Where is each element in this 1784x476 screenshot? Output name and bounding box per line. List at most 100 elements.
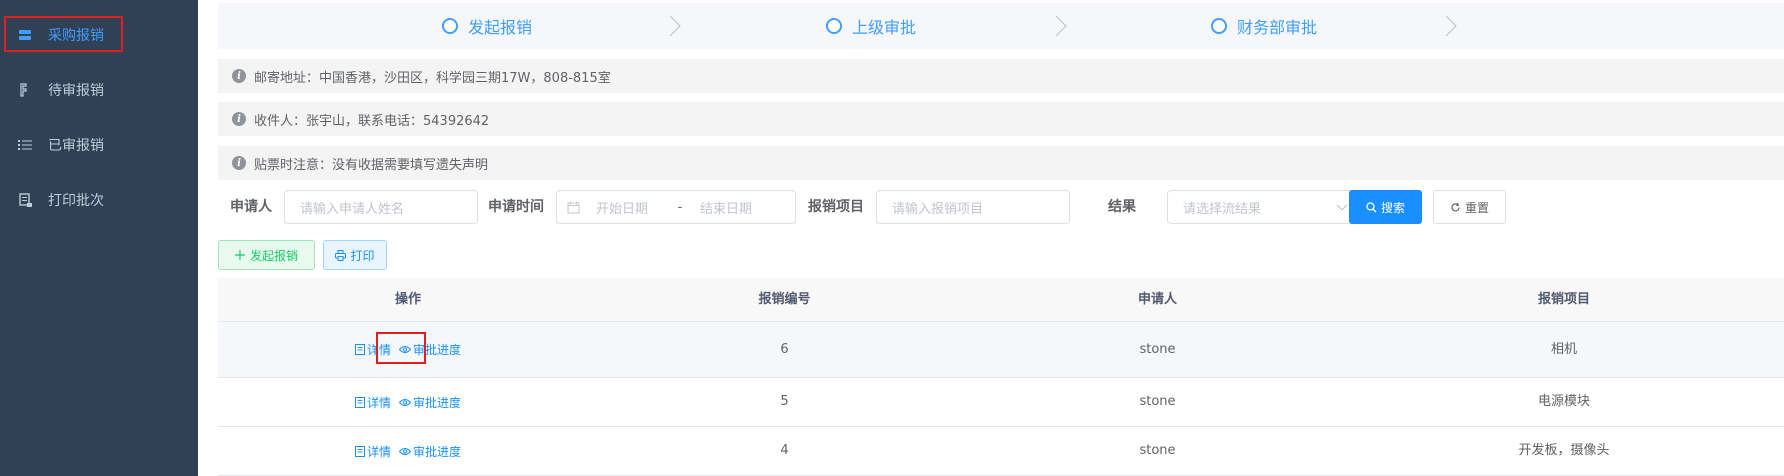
reset-button-label: 重置	[1464, 200, 1489, 215]
row-operations: 详情 审批进度	[218, 378, 598, 426]
sidebar-item-print-batch[interactable]: 打印批次	[0, 172, 198, 228]
row-operations: 详情 审批进度	[218, 322, 598, 377]
cell-id: 6	[780, 342, 789, 357]
document-icon	[354, 344, 365, 355]
sidebar-item-label: 待审报销	[48, 83, 104, 99]
table-row: 详情 审批进度 6 stone 相机	[218, 322, 1784, 378]
detail-label: 详情	[366, 343, 391, 357]
detail-link[interactable]: 详情	[354, 341, 391, 358]
result-label: 结果	[1108, 199, 1136, 215]
detail-link[interactable]: 详情	[354, 394, 391, 411]
document-icon	[354, 445, 365, 457]
detail-link[interactable]: 详情	[354, 443, 391, 460]
progress-label: 审批进度	[413, 444, 462, 459]
table-row: 详情 审批进度 4 stone 开发板，摄像头	[218, 427, 1784, 476]
sidebar-item-reviewed[interactable]: 已审报销	[0, 117, 198, 173]
row-operations: 详情 审批进度	[218, 427, 598, 475]
cell-applicant: stone	[1139, 443, 1176, 458]
chevron-down-icon	[1336, 204, 1348, 211]
time-label: 申请时间	[488, 199, 544, 215]
eye-icon	[399, 398, 411, 406]
sidebar-item-label: 采购报销	[48, 28, 104, 44]
table-row: 详情 审批进度 5 stone 电源模块	[218, 378, 1784, 427]
date-range-picker[interactable]: 开始日期 - 结束日期	[556, 190, 796, 224]
reset-button[interactable]: 重置	[1433, 190, 1506, 224]
chevron-right-icon	[1445, 15, 1457, 37]
info-icon: i	[232, 112, 246, 126]
plus-icon	[234, 250, 245, 260]
result-placeholder: 请选择流结果	[1183, 201, 1262, 217]
refresh-icon	[1451, 202, 1460, 212]
column-header-item: 报销项目	[1537, 292, 1590, 307]
chevron-right-icon	[1055, 15, 1067, 37]
table-header: 操作 报销编号 申请人 报销项目	[218, 278, 1784, 322]
search-icon	[1366, 201, 1377, 212]
step-label: 发起报销	[468, 18, 533, 37]
column-header-operation: 操作	[394, 292, 421, 307]
create-reimbursement-button[interactable]: 发起报销	[218, 240, 315, 270]
cell-id: 5	[780, 394, 789, 409]
detail-label: 详情	[366, 444, 391, 459]
search-button[interactable]: 搜索	[1349, 190, 1422, 224]
receipt-icon	[16, 26, 34, 44]
sidebar-item-pending[interactable]: 待审报销	[0, 62, 198, 118]
filter-form: 申请人 请输入申请人姓名 申请时间 开始日期 - 结束日期 报销项目 请输入报销…	[218, 190, 1784, 224]
progress-link[interactable]: 审批进度	[399, 394, 461, 411]
step-circle-icon	[1211, 18, 1227, 34]
print-button-label: 打印	[350, 248, 375, 263]
item-placeholder: 请输入报销项目	[892, 201, 984, 217]
progress-link[interactable]: 审批进度	[399, 443, 461, 460]
applicant-label: 申请人	[230, 199, 272, 215]
applicant-placeholder: 请输入申请人姓名	[300, 201, 405, 217]
cell-item: 电源模块	[1537, 394, 1590, 409]
info-text: 贴票时注意：没有收据需要填写遗失声明	[254, 157, 489, 173]
sidebar-item-label: 已审报销	[48, 138, 104, 154]
step-label: 财务部审批	[1237, 18, 1318, 37]
step-supervisor: 上级审批	[826, 3, 916, 49]
print-batch-icon	[16, 191, 34, 209]
start-date-placeholder[interactable]: 开始日期	[596, 198, 666, 217]
info-icon: i	[232, 156, 246, 170]
column-header-id: 报销编号	[758, 292, 811, 307]
printer-icon	[335, 249, 347, 261]
document-icon	[354, 396, 365, 408]
info-address: i 邮寄地址：中国香港，沙田区，科学园三期17W，808-815室	[218, 59, 1784, 93]
column-header-applicant: 申请人	[1137, 292, 1177, 307]
detail-label: 详情	[366, 395, 391, 410]
search-button-label: 搜索	[1380, 200, 1405, 215]
list-icon	[16, 136, 34, 154]
sidebar-item-purchase-reimbursement[interactable]: 采购报销	[0, 7, 198, 63]
step-circle-icon	[442, 18, 458, 34]
sidebar: 采购报销 待审报销 已审报销 打印批次	[0, 0, 198, 476]
step-circle-icon	[826, 18, 842, 34]
cell-id: 4	[780, 443, 789, 458]
applicant-input[interactable]: 请输入申请人姓名	[284, 190, 478, 224]
info-note: i 贴票时注意：没有收据需要填写遗失声明	[218, 146, 1784, 180]
cell-item: 开发板，摄像头	[1518, 443, 1610, 458]
range-separator: -	[677, 199, 683, 215]
progress-label: 审批进度	[413, 395, 462, 410]
steps-bar: 发起报销 上级审批 财务部审批	[218, 3, 1784, 49]
eye-icon	[399, 447, 411, 455]
cell-item: 相机	[1550, 342, 1577, 357]
cell-applicant: stone	[1139, 342, 1176, 357]
create-button-label: 发起报销	[249, 248, 298, 263]
info-recipient: i 收件人：张宇山，联系电话：54392642	[218, 102, 1784, 136]
eye-icon	[399, 346, 411, 353]
pending-doc-icon	[16, 81, 34, 99]
progress-link[interactable]: 审批进度	[399, 341, 461, 358]
end-date-placeholder[interactable]: 结束日期	[700, 198, 752, 217]
print-button[interactable]: 打印	[323, 240, 387, 270]
info-text: 收件人：张宇山，联系电话：54392642	[254, 113, 490, 129]
result-select[interactable]: 请选择流结果	[1167, 190, 1361, 224]
step-initiate: 发起报销	[442, 3, 532, 49]
item-label: 报销项目	[808, 199, 864, 215]
chevron-right-icon	[669, 15, 681, 37]
sidebar-item-label: 打印批次	[48, 193, 104, 209]
step-label: 上级审批	[852, 18, 917, 37]
calendar-icon	[567, 201, 580, 213]
info-text: 邮寄地址：中国香港，沙田区，科学园三期17W，808-815室	[254, 70, 611, 86]
item-input[interactable]: 请输入报销项目	[876, 190, 1070, 224]
main-content: 发起报销 上级审批 财务部审批 i 邮寄地址：中国香港，沙田区，科学园三期17W…	[198, 0, 1784, 476]
progress-label: 审批进度	[413, 343, 462, 357]
